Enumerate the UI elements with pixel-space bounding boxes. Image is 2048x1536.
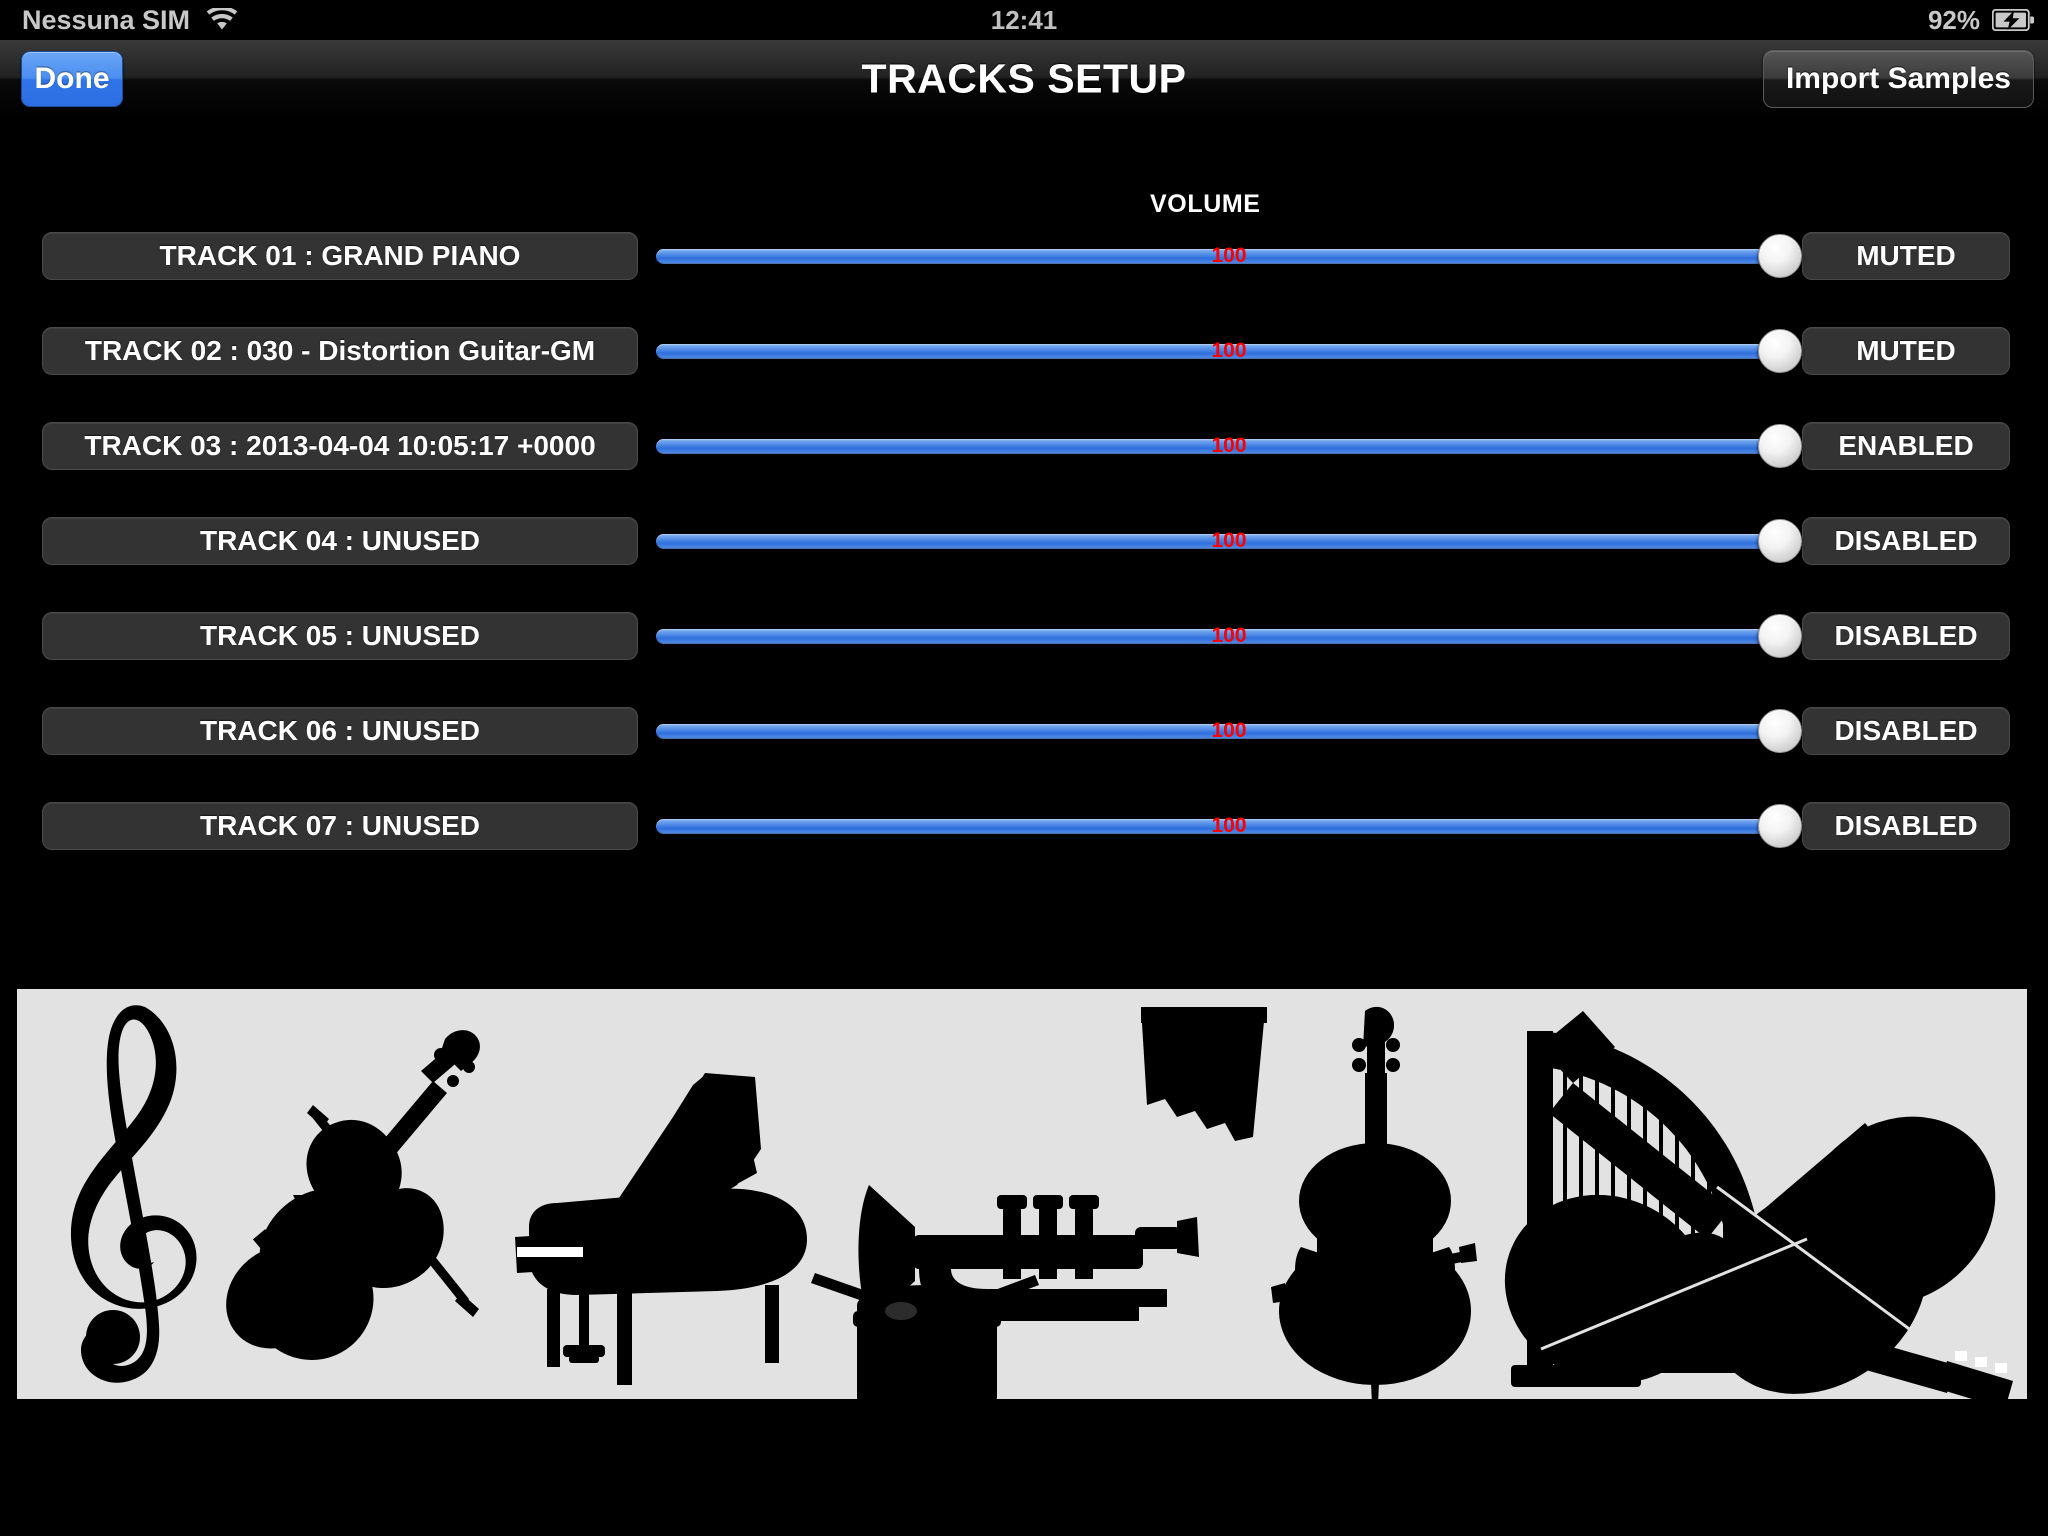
slider-track xyxy=(656,629,1781,644)
grand-piano-icon xyxy=(515,1073,807,1385)
status-bar-right: 92% xyxy=(1928,5,2034,36)
slider-track xyxy=(656,344,1781,359)
slider-track xyxy=(656,249,1781,264)
table-row: TRACK 05 : UNUSED 100 DISABLED xyxy=(0,612,2048,660)
track-name-button[interactable]: TRACK 01 : GRAND PIANO xyxy=(42,232,638,280)
table-row: TRACK 03 : 2013-04-04 10:05:17 +0000 100… xyxy=(0,422,2048,470)
slider-thumb[interactable] xyxy=(1758,234,1802,278)
table-row: TRACK 01 : GRAND PIANO 100 MUTED xyxy=(0,232,2048,280)
track-status-button[interactable]: DISABLED xyxy=(1802,517,2010,565)
slider-thumb[interactable] xyxy=(1758,614,1802,658)
volume-slider[interactable]: 100 xyxy=(656,802,1802,850)
volume-slider[interactable]: 100 xyxy=(656,232,1802,280)
volume-slider[interactable]: 100 xyxy=(656,517,1802,565)
track-status-button[interactable]: DISABLED xyxy=(1802,612,2010,660)
track-status-button[interactable]: ENABLED xyxy=(1802,422,2010,470)
track-name-button[interactable]: TRACK 04 : UNUSED xyxy=(42,517,638,565)
slider-thumb[interactable] xyxy=(1758,519,1802,563)
volume-slider[interactable]: 100 xyxy=(656,327,1802,375)
track-name-button[interactable]: TRACK 03 : 2013-04-04 10:05:17 +0000 xyxy=(42,422,638,470)
track-status-button[interactable]: DISABLED xyxy=(1802,802,2010,850)
track-name-button[interactable]: TRACK 06 : UNUSED xyxy=(42,707,638,755)
treble-clef-icon xyxy=(70,1005,197,1383)
track-list: TRACK 01 : GRAND PIANO 100 MUTED TRACK 0… xyxy=(0,232,2048,897)
slider-thumb[interactable] xyxy=(1758,709,1802,753)
cello-icon xyxy=(1271,1006,1477,1399)
navigation-bar: Done TRACKS SETUP Import Samples xyxy=(0,40,2048,118)
volume-slider[interactable]: 100 xyxy=(656,612,1802,660)
table-row: TRACK 02 : 030 - Distortion Guitar-GM 10… xyxy=(0,327,2048,375)
table-row: TRACK 07 : UNUSED 100 DISABLED xyxy=(0,802,2048,850)
pan-flute-icon xyxy=(1141,1007,1267,1141)
slider-thumb[interactable] xyxy=(1758,329,1802,373)
status-bar: Nessuna SIM 12:41 92% xyxy=(0,0,2048,40)
page-title: TRACKS SETUP xyxy=(861,55,1187,101)
slider-track xyxy=(656,819,1781,834)
slider-track xyxy=(656,439,1781,454)
volume-slider[interactable]: 100 xyxy=(656,422,1802,470)
track-status-button[interactable]: MUTED xyxy=(1802,327,2010,375)
slider-track xyxy=(656,724,1781,739)
status-bar-clock: 12:41 xyxy=(990,4,1058,35)
track-name-button[interactable]: TRACK 02 : 030 - Distortion Guitar-GM xyxy=(42,327,638,375)
slider-track xyxy=(656,534,1781,549)
slider-thumb[interactable] xyxy=(1758,424,1802,468)
battery-percent-label: 92% xyxy=(1927,4,1980,35)
volume-column-header: VOLUME xyxy=(1150,190,1261,218)
track-status-button[interactable]: MUTED xyxy=(1802,232,2010,280)
track-name-button[interactable]: TRACK 07 : UNUSED xyxy=(42,802,638,850)
violin-icon xyxy=(226,1030,480,1360)
import-samples-button[interactable]: Import Samples xyxy=(1762,49,2034,108)
table-row: TRACK 04 : UNUSED 100 DISABLED xyxy=(0,517,2048,565)
battery-charging-icon xyxy=(1992,9,2034,31)
instruments-banner xyxy=(17,989,2027,1399)
slider-thumb[interactable] xyxy=(1758,804,1802,848)
track-name-button[interactable]: TRACK 05 : UNUSED xyxy=(42,612,638,660)
table-row: TRACK 06 : UNUSED 100 DISABLED xyxy=(0,707,2048,755)
track-status-button[interactable]: DISABLED xyxy=(1802,707,2010,755)
volume-slider[interactable]: 100 xyxy=(656,707,1802,755)
